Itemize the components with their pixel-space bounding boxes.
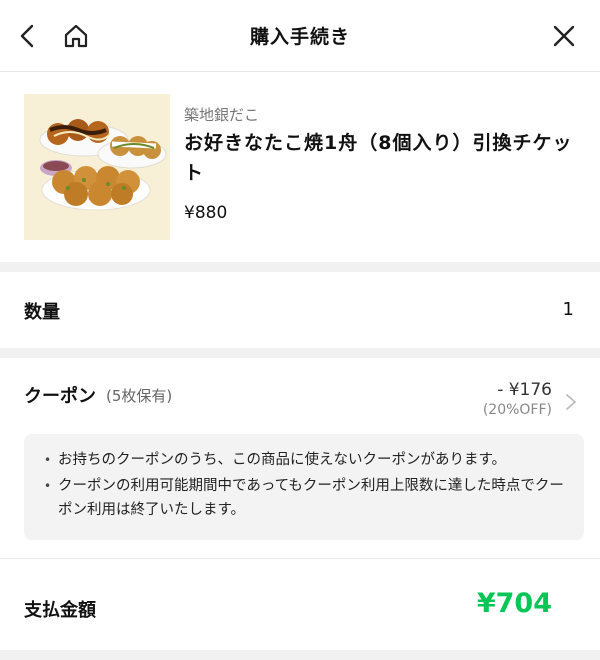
quantity-label: 数量: [24, 302, 60, 323]
total-label: 支払金額: [24, 600, 96, 621]
product-price: ¥880: [184, 203, 228, 223]
coupon-section: クーポン (5枚保有) - ¥176 (20%OFF) お持ちのクーポンのうち、…: [0, 358, 600, 558]
notice-item: クーポンの利用可能期間中であってもクーポン利用上限数に達した時点でクーポン利用は…: [42, 474, 568, 522]
coupon-notice: お持ちのクーポンのうち、この商品に使えないクーポンがあります。 クーポンの利用可…: [24, 434, 584, 540]
coupon-discount: - ¥176: [497, 380, 552, 400]
product-summary: 築地銀だこ お好きなたこ焼1舟（8個入り）引換チケット ¥880: [0, 72, 600, 262]
notice-item: お持ちのクーポンのうち、この商品に使えないクーポンがあります。: [42, 448, 568, 472]
quantity-value: 1: [562, 299, 574, 320]
takoyaki-image: [24, 94, 170, 240]
shop-name: 築地銀だこ: [184, 106, 260, 124]
quantity-row: 数量 1: [0, 272, 600, 348]
total-amount: ¥704: [476, 588, 552, 619]
section-divider: [0, 650, 600, 660]
chevron-right-icon[interactable]: [564, 392, 578, 412]
close-button[interactable]: [546, 18, 582, 54]
product-name: お好きなたこ焼1舟（8個入り）引換チケット: [184, 132, 573, 184]
close-icon: [553, 25, 575, 47]
coupon-label: クーポン: [24, 386, 96, 407]
page-title: 購入手続き: [249, 26, 350, 48]
coupon-count: (5枚保有): [106, 387, 173, 405]
section-divider: [0, 262, 600, 272]
section-divider: [0, 348, 600, 358]
product-image: [24, 94, 170, 240]
coupon-percent: (20%OFF): [482, 402, 552, 418]
total-row: 支払金額 ¥704: [0, 566, 600, 650]
section-divider: [0, 558, 600, 566]
header-bar: 購入手続き: [0, 0, 600, 72]
